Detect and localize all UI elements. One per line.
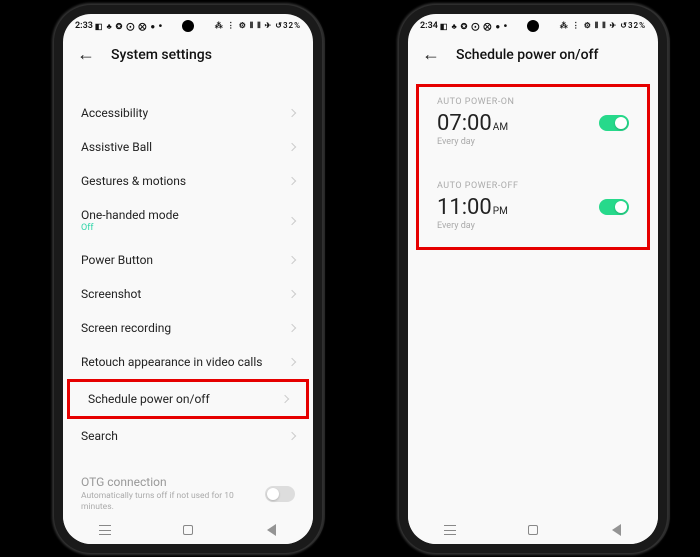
power-off-repeat: Every day <box>419 220 647 243</box>
power-on-repeat: Every day <box>419 136 647 159</box>
power-on-toggle[interactable] <box>599 115 629 131</box>
header: ← Schedule power on/off <box>408 38 658 74</box>
row-label: One-handed mode <box>81 208 179 222</box>
auto-power-on-block[interactable]: AUTO POWER-ON 07:00AM Every day <box>419 87 647 159</box>
auto-power-off-block[interactable]: AUTO POWER-OFF 11:00PM Every day <box>419 171 647 243</box>
camera-notch <box>527 20 539 32</box>
status-icons-right: ⁂ ⋮ ⚙ ⫴ ⫴ ✈ ↺32% <box>215 21 301 31</box>
row-label: Schedule power on/off <box>88 392 210 406</box>
row-retouch-appearance[interactable]: Retouch appearance in video calls <box>63 345 313 379</box>
row-label: Search <box>81 429 118 443</box>
row-search[interactable]: Search <box>63 419 313 453</box>
status-more-dot: • <box>158 20 160 32</box>
status-icons-right: ⁂ ⋮ ⚙ ⫴ ⫴ ✈ ↺32% <box>560 21 646 31</box>
nav-home-icon[interactable] <box>181 523 195 537</box>
header: ← System settings <box>63 38 313 74</box>
page-title: System settings <box>111 47 212 63</box>
time-value: 07:00 <box>437 111 492 136</box>
phone-system-settings: 2:33 ◧ ♣ ✪ ⨀ ⨂ ● • ⁂ ⋮ ⚙ ⫴ ⫴ ✈ ↺32% ← Sy… <box>63 14 313 544</box>
row-label: Accessibility <box>81 106 148 120</box>
otg-toggle[interactable] <box>265 486 295 502</box>
row-schedule-power[interactable]: Schedule power on/off <box>67 379 309 419</box>
chevron-right-icon <box>288 143 296 151</box>
nav-back-icon[interactable] <box>609 523 623 537</box>
status-icons-left: ◧ ♣ ✪ ⨀ ⨂ ● <box>440 22 501 31</box>
row-assistive-ball[interactable]: Assistive Ball <box>63 130 313 164</box>
back-arrow-icon[interactable]: ← <box>77 46 95 64</box>
row-label: Retouch appearance in video calls <box>81 355 262 369</box>
status-time: 2:33 <box>75 21 93 31</box>
row-label: Screen recording <box>81 321 171 335</box>
chevron-right-icon <box>281 395 289 403</box>
row-label: Gestures & motions <box>81 174 186 188</box>
nav-recents-icon[interactable] <box>443 523 457 537</box>
status-time: 2:34 <box>420 21 438 31</box>
chevron-right-icon <box>288 358 296 366</box>
row-label: Power Button <box>81 253 153 267</box>
nav-recents-icon[interactable] <box>98 523 112 537</box>
row-otg-connection[interactable]: OTG connection Automatically turns off i… <box>63 471 313 514</box>
row-description: Automatically turns off if not used for … <box>81 491 251 512</box>
navigation-bar <box>63 516 313 544</box>
section-label: AUTO POWER-ON <box>419 87 647 111</box>
time-ampm: AM <box>493 122 508 133</box>
chevron-right-icon <box>288 256 296 264</box>
phone-schedule-power: 2:34 ◧ ♣ ✪ ⨀ ⨂ ● • ⁂ ⋮ ⚙ ⫴ ⫴ ✈ ↺32% ← Sc… <box>408 14 658 544</box>
row-label: Assistive Ball <box>81 140 152 154</box>
row-label: OTG connection <box>81 475 251 489</box>
row-sublabel: Off <box>81 223 179 233</box>
back-arrow-icon[interactable]: ← <box>422 46 440 64</box>
row-screenshot[interactable]: Screenshot <box>63 277 313 311</box>
status-icons-left: ◧ ♣ ✪ ⨀ ⨂ ● <box>95 22 156 31</box>
chevron-right-icon <box>288 177 296 185</box>
chevron-right-icon <box>288 432 296 440</box>
chevron-right-icon <box>288 290 296 298</box>
row-label: Screenshot <box>81 287 141 301</box>
page-title: Schedule power on/off <box>456 47 598 63</box>
chevron-right-icon <box>288 109 296 117</box>
row-screen-recording[interactable]: Screen recording <box>63 311 313 345</box>
row-one-handed-mode[interactable]: One-handed mode Off <box>63 198 313 243</box>
row-accessibility[interactable]: Accessibility <box>63 96 313 130</box>
navigation-bar <box>408 516 658 544</box>
time-value: 11:00 <box>437 195 492 220</box>
schedule-highlight: AUTO POWER-ON 07:00AM Every day AUTO POW… <box>416 84 650 250</box>
row-gestures-motions[interactable]: Gestures & motions <box>63 164 313 198</box>
settings-list: Accessibility Assistive Ball Gestures & … <box>63 74 313 534</box>
chevron-right-icon <box>288 216 296 224</box>
nav-home-icon[interactable] <box>526 523 540 537</box>
section-label: AUTO POWER-OFF <box>419 171 647 195</box>
nav-back-icon[interactable] <box>264 523 278 537</box>
schedule-content: AUTO POWER-ON 07:00AM Every day AUTO POW… <box>408 74 658 534</box>
status-more-dot: • <box>503 20 505 32</box>
camera-notch <box>182 20 194 32</box>
chevron-right-icon <box>288 324 296 332</box>
power-off-toggle[interactable] <box>599 199 629 215</box>
time-ampm: PM <box>493 206 508 217</box>
row-power-button[interactable]: Power Button <box>63 243 313 277</box>
